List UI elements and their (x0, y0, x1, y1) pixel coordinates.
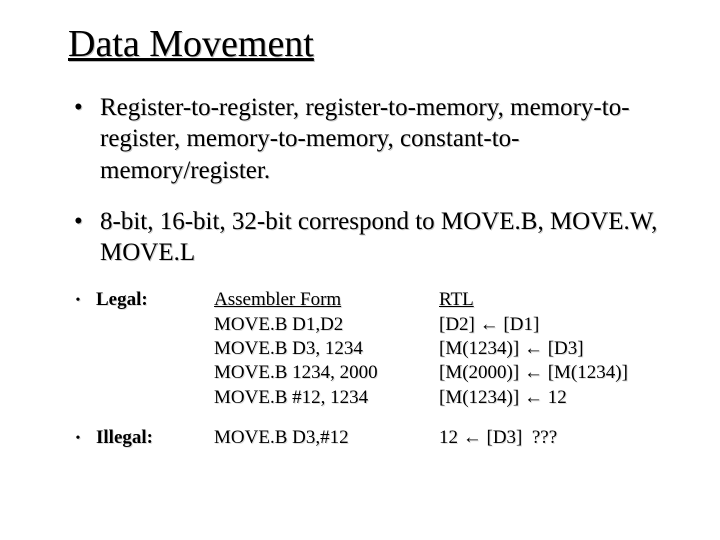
rtl-column: RTL [D2] ← [D1] [M(1234)] ← [D3] [M(2000… (439, 288, 680, 410)
bullet-list: Register-to-register, register-to-memory… (60, 92, 680, 268)
assembler-header: Assembler Form (214, 288, 439, 312)
asm-row: MOVE.B 1234, 2000 (214, 361, 439, 385)
slide: Data Movement Register-to-register, regi… (0, 0, 720, 540)
legal-label: Legal: (96, 288, 214, 312)
asm-row: MOVE.B D3,#12 (214, 426, 439, 450)
bullet-dot: • (60, 426, 96, 452)
rtl-column: 12 ← [D3] ??? (439, 426, 680, 450)
bullet-dot: • (60, 288, 96, 314)
rtl-row: [M(1234)] ← [D3] (439, 337, 680, 361)
rtl-header: RTL (439, 288, 680, 312)
bullet-item: 8-bit, 16-bit, 32-bit correspond to MOVE… (60, 206, 680, 269)
assembler-column: MOVE.B D3,#12 (214, 426, 439, 450)
asm-row: MOVE.B D3, 1234 (214, 337, 439, 361)
asm-row: MOVE.B D1,D2 (214, 313, 439, 337)
rtl-row: [D2] ← [D1] (439, 313, 680, 337)
bullet-item: Register-to-register, register-to-memory… (60, 92, 680, 186)
asm-row: MOVE.B #12, 1234 (214, 386, 439, 410)
rtl-row: [M(2000)] ← [M(1234)] (439, 361, 680, 385)
slide-title: Data Movement (68, 22, 680, 66)
legal-block: • Legal: Assembler Form MOVE.B D1,D2 MOV… (60, 288, 680, 410)
illegal-block: • Illegal: MOVE.B D3,#12 12 ← [D3] ??? (60, 426, 680, 452)
rtl-row: [M(1234)] ← 12 (439, 386, 680, 410)
illegal-label: Illegal: (96, 426, 214, 450)
assembler-column: Assembler Form MOVE.B D1,D2 MOVE.B D3, 1… (214, 288, 439, 410)
rtl-row: 12 ← [D3] ??? (439, 426, 680, 450)
